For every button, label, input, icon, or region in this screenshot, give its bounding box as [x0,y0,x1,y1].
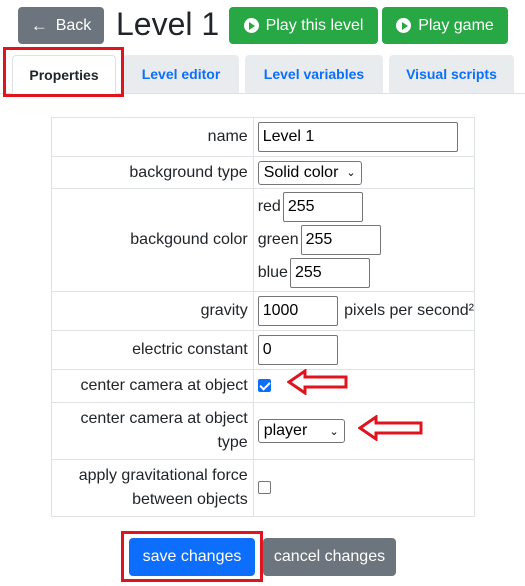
back-button[interactable]: ← Back [18,7,104,44]
level-properties-table: name Level 1 background type Solid color… [51,117,476,517]
play-game-button[interactable]: Play game [382,7,508,44]
blue-row: blue 255 [258,258,474,288]
center-camera-type-value: player [263,422,308,439]
electric-constant-input[interactable]: 0 [257,335,338,365]
tab-visual-scripts[interactable]: Visual scripts [389,55,514,93]
background-type-value: Solid color [263,163,339,181]
table-row: gravity 1000 pixels per second² [51,291,476,331]
red-label: red [257,198,281,215]
chevron-down-icon: ⌄ [329,425,339,438]
table-row: background type Solid color ⌄ [51,156,476,189]
green-row: green 255 [258,225,474,255]
properties-tab-highlight [3,47,124,97]
red-row: red 255 [258,192,474,222]
play-game-label: Play game [418,16,494,34]
background-color-label: backgound color [51,188,254,292]
table-row: center camera at object [51,369,476,403]
center-camera-type-label: center camera at object type [51,402,254,460]
red-input[interactable]: 255 [282,192,363,222]
table-row: electric constant 0 [51,330,476,370]
table-row: name Level 1 [51,117,476,157]
annotation-arrow-left-icon [358,415,423,441]
blue-input[interactable]: 255 [289,258,370,288]
play-circle-icon [396,18,412,33]
play-level-label: Play this level [265,16,364,34]
play-circle-icon [243,18,259,33]
tab-level-editor[interactable]: Level editor [123,55,239,93]
gravity-label: gravity [51,291,254,331]
center-camera-label: center camera at object [51,369,254,403]
center-camera-checkbox[interactable] [257,379,271,393]
cancel-changes-button[interactable]: cancel changes [263,538,396,576]
annotation-arrow-left-icon [287,369,348,395]
gravity-input[interactable]: 1000 [257,296,338,326]
gravitational-force-label: apply gravitational force between object… [51,459,254,517]
green-input[interactable]: 255 [300,225,381,255]
page-title: Level 1 [116,6,220,42]
blue-label: blue [257,264,288,281]
chevron-down-icon: ⌄ [346,167,356,179]
green-label: green [257,231,299,248]
gravity-unit: pixels per second² [344,302,474,319]
play-level-button[interactable]: Play this level [229,7,378,44]
background-type-select[interactable]: Solid color ⌄ [257,160,362,185]
gravitational-force-checkbox[interactable] [257,481,271,495]
save-button-highlight [121,531,263,582]
table-row: apply gravitational force between object… [51,459,476,517]
electric-constant-label: electric constant [51,330,254,370]
name-input[interactable]: Level 1 [257,122,458,152]
back-button-label: Back [55,16,92,34]
name-label: name [51,117,254,157]
arrow-left-icon: ← [30,15,48,35]
table-row: backgound color red 255 green 255 blue 2… [51,188,476,292]
background-type-label: background type [51,156,254,189]
center-camera-type-select[interactable]: player ⌄ [257,419,345,443]
tab-level-variables[interactable]: Level variables [245,55,383,93]
